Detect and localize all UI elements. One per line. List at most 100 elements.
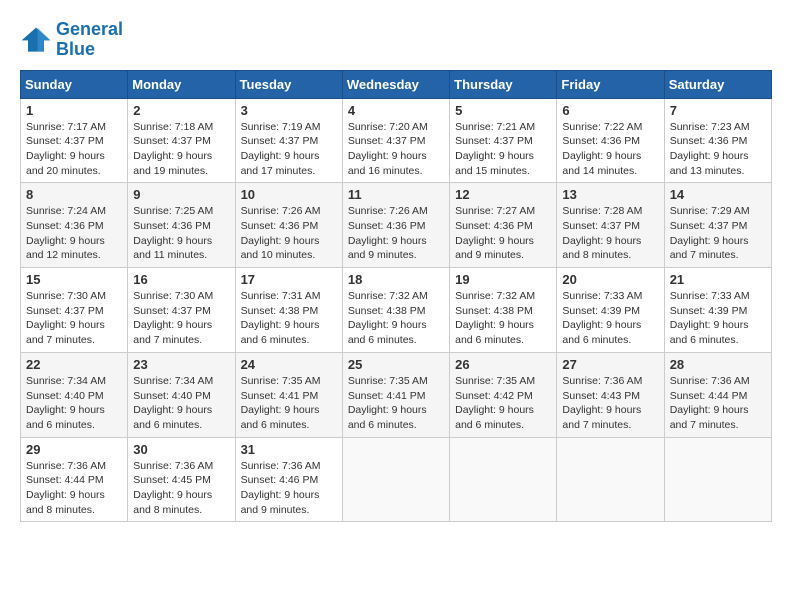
calendar-cell: 7 Sunrise: 7:23 AM Sunset: 4:36 PM Dayli… [664, 98, 771, 183]
day-number: 6 [562, 103, 658, 118]
day-info: Sunrise: 7:35 AM Sunset: 4:41 PM Dayligh… [241, 374, 337, 433]
calendar-cell: 15 Sunrise: 7:30 AM Sunset: 4:37 PM Dayl… [21, 268, 128, 353]
calendar-cell: 3 Sunrise: 7:19 AM Sunset: 4:37 PM Dayli… [235, 98, 342, 183]
calendar-cell: 8 Sunrise: 7:24 AM Sunset: 4:36 PM Dayli… [21, 183, 128, 268]
day-info: Sunrise: 7:31 AM Sunset: 4:38 PM Dayligh… [241, 289, 337, 348]
calendar-week-row: 29 Sunrise: 7:36 AM Sunset: 4:44 PM Dayl… [21, 437, 772, 522]
day-number: 7 [670, 103, 766, 118]
day-number: 27 [562, 357, 658, 372]
calendar-cell: 5 Sunrise: 7:21 AM Sunset: 4:37 PM Dayli… [450, 98, 557, 183]
day-info: Sunrise: 7:21 AM Sunset: 4:37 PM Dayligh… [455, 120, 551, 179]
calendar-cell: 18 Sunrise: 7:32 AM Sunset: 4:38 PM Dayl… [342, 268, 449, 353]
day-number: 21 [670, 272, 766, 287]
day-number: 22 [26, 357, 122, 372]
page-header: General Blue [20, 20, 772, 60]
calendar-table: SundayMondayTuesdayWednesdayThursdayFrid… [20, 70, 772, 523]
day-number: 29 [26, 442, 122, 457]
day-number: 23 [133, 357, 229, 372]
calendar-cell [557, 437, 664, 522]
calendar-cell: 30 Sunrise: 7:36 AM Sunset: 4:45 PM Dayl… [128, 437, 235, 522]
day-info: Sunrise: 7:26 AM Sunset: 4:36 PM Dayligh… [348, 204, 444, 263]
calendar-week-row: 22 Sunrise: 7:34 AM Sunset: 4:40 PM Dayl… [21, 352, 772, 437]
calendar-cell: 22 Sunrise: 7:34 AM Sunset: 4:40 PM Dayl… [21, 352, 128, 437]
calendar-cell: 28 Sunrise: 7:36 AM Sunset: 4:44 PM Dayl… [664, 352, 771, 437]
day-info: Sunrise: 7:23 AM Sunset: 4:36 PM Dayligh… [670, 120, 766, 179]
day-info: Sunrise: 7:30 AM Sunset: 4:37 PM Dayligh… [26, 289, 122, 348]
day-info: Sunrise: 7:34 AM Sunset: 4:40 PM Dayligh… [133, 374, 229, 433]
day-number: 20 [562, 272, 658, 287]
day-info: Sunrise: 7:33 AM Sunset: 4:39 PM Dayligh… [562, 289, 658, 348]
calendar-cell: 24 Sunrise: 7:35 AM Sunset: 4:41 PM Dayl… [235, 352, 342, 437]
day-number: 15 [26, 272, 122, 287]
header-day-friday: Friday [557, 70, 664, 98]
calendar-cell: 29 Sunrise: 7:36 AM Sunset: 4:44 PM Dayl… [21, 437, 128, 522]
calendar-cell: 17 Sunrise: 7:31 AM Sunset: 4:38 PM Dayl… [235, 268, 342, 353]
calendar-cell: 21 Sunrise: 7:33 AM Sunset: 4:39 PM Dayl… [664, 268, 771, 353]
day-info: Sunrise: 7:36 AM Sunset: 4:44 PM Dayligh… [26, 459, 122, 518]
day-number: 16 [133, 272, 229, 287]
day-number: 5 [455, 103, 551, 118]
calendar-cell: 2 Sunrise: 7:18 AM Sunset: 4:37 PM Dayli… [128, 98, 235, 183]
day-number: 9 [133, 187, 229, 202]
day-info: Sunrise: 7:35 AM Sunset: 4:42 PM Dayligh… [455, 374, 551, 433]
day-info: Sunrise: 7:18 AM Sunset: 4:37 PM Dayligh… [133, 120, 229, 179]
calendar-week-row: 8 Sunrise: 7:24 AM Sunset: 4:36 PM Dayli… [21, 183, 772, 268]
day-info: Sunrise: 7:34 AM Sunset: 4:40 PM Dayligh… [26, 374, 122, 433]
day-number: 17 [241, 272, 337, 287]
day-info: Sunrise: 7:25 AM Sunset: 4:36 PM Dayligh… [133, 204, 229, 263]
calendar-cell: 10 Sunrise: 7:26 AM Sunset: 4:36 PM Dayl… [235, 183, 342, 268]
day-number: 28 [670, 357, 766, 372]
calendar-cell: 1 Sunrise: 7:17 AM Sunset: 4:37 PM Dayli… [21, 98, 128, 183]
day-number: 18 [348, 272, 444, 287]
calendar-cell: 23 Sunrise: 7:34 AM Sunset: 4:40 PM Dayl… [128, 352, 235, 437]
logo: General Blue [20, 20, 123, 60]
calendar-cell: 14 Sunrise: 7:29 AM Sunset: 4:37 PM Dayl… [664, 183, 771, 268]
day-info: Sunrise: 7:32 AM Sunset: 4:38 PM Dayligh… [455, 289, 551, 348]
day-number: 26 [455, 357, 551, 372]
day-info: Sunrise: 7:36 AM Sunset: 4:45 PM Dayligh… [133, 459, 229, 518]
calendar-cell [664, 437, 771, 522]
day-number: 25 [348, 357, 444, 372]
calendar-cell: 26 Sunrise: 7:35 AM Sunset: 4:42 PM Dayl… [450, 352, 557, 437]
calendar-cell: 27 Sunrise: 7:36 AM Sunset: 4:43 PM Dayl… [557, 352, 664, 437]
calendar-cell: 20 Sunrise: 7:33 AM Sunset: 4:39 PM Dayl… [557, 268, 664, 353]
day-info: Sunrise: 7:36 AM Sunset: 4:44 PM Dayligh… [670, 374, 766, 433]
calendar-cell [342, 437, 449, 522]
day-info: Sunrise: 7:32 AM Sunset: 4:38 PM Dayligh… [348, 289, 444, 348]
calendar-cell: 4 Sunrise: 7:20 AM Sunset: 4:37 PM Dayli… [342, 98, 449, 183]
day-number: 31 [241, 442, 337, 457]
header-day-saturday: Saturday [664, 70, 771, 98]
calendar-cell: 16 Sunrise: 7:30 AM Sunset: 4:37 PM Dayl… [128, 268, 235, 353]
day-info: Sunrise: 7:35 AM Sunset: 4:41 PM Dayligh… [348, 374, 444, 433]
day-info: Sunrise: 7:29 AM Sunset: 4:37 PM Dayligh… [670, 204, 766, 263]
header-day-wednesday: Wednesday [342, 70, 449, 98]
day-number: 8 [26, 187, 122, 202]
day-number: 13 [562, 187, 658, 202]
day-info: Sunrise: 7:36 AM Sunset: 4:46 PM Dayligh… [241, 459, 337, 518]
day-info: Sunrise: 7:20 AM Sunset: 4:37 PM Dayligh… [348, 120, 444, 179]
calendar-cell [450, 437, 557, 522]
calendar-cell: 12 Sunrise: 7:27 AM Sunset: 4:36 PM Dayl… [450, 183, 557, 268]
calendar-cell: 9 Sunrise: 7:25 AM Sunset: 4:36 PM Dayli… [128, 183, 235, 268]
calendar-cell: 31 Sunrise: 7:36 AM Sunset: 4:46 PM Dayl… [235, 437, 342, 522]
logo-text: General Blue [56, 20, 123, 60]
header-day-tuesday: Tuesday [235, 70, 342, 98]
calendar-header-row: SundayMondayTuesdayWednesdayThursdayFrid… [21, 70, 772, 98]
day-number: 10 [241, 187, 337, 202]
calendar-week-row: 1 Sunrise: 7:17 AM Sunset: 4:37 PM Dayli… [21, 98, 772, 183]
day-number: 24 [241, 357, 337, 372]
day-number: 19 [455, 272, 551, 287]
logo-icon [20, 26, 52, 54]
calendar-week-row: 15 Sunrise: 7:30 AM Sunset: 4:37 PM Dayl… [21, 268, 772, 353]
header-day-monday: Monday [128, 70, 235, 98]
calendar-cell: 25 Sunrise: 7:35 AM Sunset: 4:41 PM Dayl… [342, 352, 449, 437]
calendar-cell: 11 Sunrise: 7:26 AM Sunset: 4:36 PM Dayl… [342, 183, 449, 268]
day-number: 3 [241, 103, 337, 118]
header-day-thursday: Thursday [450, 70, 557, 98]
day-number: 1 [26, 103, 122, 118]
day-number: 4 [348, 103, 444, 118]
day-info: Sunrise: 7:17 AM Sunset: 4:37 PM Dayligh… [26, 120, 122, 179]
day-info: Sunrise: 7:24 AM Sunset: 4:36 PM Dayligh… [26, 204, 122, 263]
day-info: Sunrise: 7:19 AM Sunset: 4:37 PM Dayligh… [241, 120, 337, 179]
calendar-cell: 6 Sunrise: 7:22 AM Sunset: 4:36 PM Dayli… [557, 98, 664, 183]
